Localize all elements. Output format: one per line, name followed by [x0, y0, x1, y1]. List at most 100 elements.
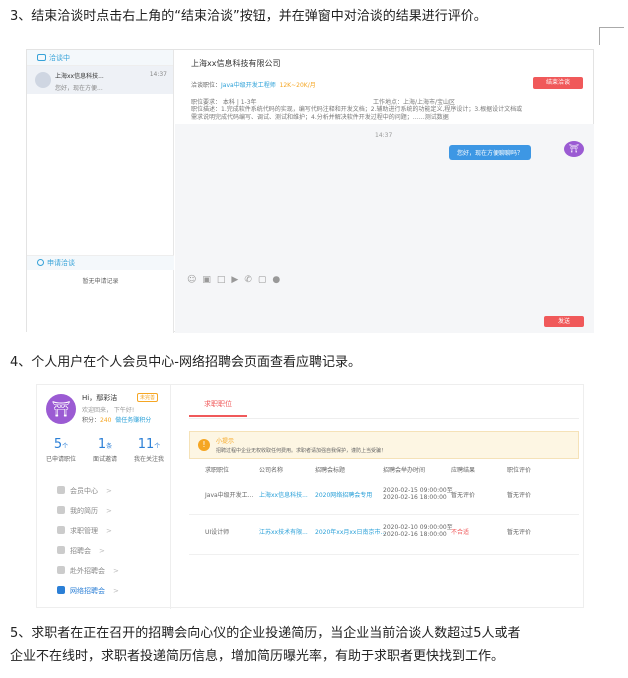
row-eval: 暂无评价: [507, 492, 532, 499]
profile-status-badge[interactable]: 未完善: [137, 393, 159, 402]
online-fair-icon: [57, 586, 65, 594]
user-badge-icon: ⛩: [46, 394, 76, 424]
table-row: Java中级开发工... 上海xx信息科技... 2020网络招聘会专用 202…: [189, 475, 579, 515]
camera-icon[interactable]: ▢: [258, 275, 273, 285]
col-header: 招聘会举办时间: [383, 467, 426, 474]
resume-icon: [57, 506, 65, 514]
chat-area: 14:37 您好，现在方便聊聊吗？ ⛩ ☺▣□▶✆▢● 发送: [175, 124, 594, 333]
menu-label: 会员中心: [70, 487, 98, 495]
menu-online-fair[interactable]: 网络招聘会 >: [37, 581, 171, 601]
step-5-line-2: 企业不在线时，求职者投递简历信息，增加简历曝光率，有助于求职者更快找到工作。: [10, 649, 505, 664]
menu-my-resume[interactable]: 我的简历 >: [37, 501, 171, 521]
stat-num: 11: [137, 437, 155, 452]
stat-unit: 条: [106, 443, 113, 450]
phone-icon[interactable]: ✆: [244, 275, 258, 285]
menu-label: 招聘会: [70, 547, 91, 555]
chat-timestamp: 14:37: [375, 132, 393, 139]
user-avatar: ⛩: [564, 141, 584, 157]
row-fair[interactable]: 2020网络招聘会专用: [315, 490, 372, 499]
corner-mark: [599, 27, 624, 45]
tab-divider: [189, 418, 579, 419]
step-3-text: 3、结束洽谈时点击右上角的“结束洽谈”按钮，并在弹窗中对洽谈的结果进行评价。: [10, 9, 487, 24]
stat-followers[interactable]: 11个 我在关注我: [127, 437, 171, 463]
menu-job-management[interactable]: 求职管理 >: [37, 521, 171, 541]
stat-label: 已申请职位: [45, 456, 76, 463]
row-company[interactable]: 江苏xx技术有限...: [259, 527, 308, 536]
row-result: 不合适: [451, 529, 470, 536]
member-sidebar: ⛩ Hi，鄢彩洁 未完善 欢迎回来， 下午好! 积分：240 做任务赚积分 5个…: [37, 385, 171, 609]
row-company[interactable]: 上海xx信息科技...: [259, 490, 308, 499]
briefcase-icon: [57, 526, 65, 534]
chat-item-time: 14:37: [149, 71, 167, 78]
tip-text: 招聘过程中企业无权收取任何费用。求职者请加强自我保护，谨防上当受骗！: [216, 448, 387, 454]
chat-toolbar: ☺▣□▶✆▢●: [187, 275, 286, 285]
send-button[interactable]: 发送: [544, 316, 584, 327]
stat-num: 1: [97, 437, 107, 452]
chat-main: 上海xx信息科技有限公司 洽谈职位：Java中级开发工程师 12K~20K/月 …: [175, 50, 594, 333]
chat-icon: [37, 54, 46, 61]
desc-line-2: 需求说明完成代码编写、调试、测试和维护；4.分析并解决软件开发过程中的问题；………: [191, 114, 449, 121]
chat-list-item[interactable]: 上海xx信息科技... 您好，现在方便... 14:37: [27, 66, 173, 94]
external-icon: [57, 566, 65, 574]
step-4-text: 4、个人用户在个人会员中心-网络招聘会页面查看应聘记录。: [10, 355, 361, 370]
stat-label: 面试邀请: [92, 456, 117, 463]
tip-box: ! 小提示 招聘过程中企业无权收取任何费用。求职者请加强自我保护，谨防上当受骗！: [189, 431, 579, 459]
chatting-title: 洽谈中: [49, 54, 70, 62]
user-greeting: Hi，鄢彩洁: [82, 394, 118, 402]
stat-label: 我在关注我: [133, 456, 164, 463]
member-center-screenshot: ⛩ Hi，鄢彩洁 未完善 欢迎回来， 下午好! 积分：240 做任务赚积分 5个…: [36, 384, 584, 609]
job-name[interactable]: Java中级开发工程师: [221, 82, 276, 89]
stat-interview[interactable]: 1条面试邀请: [83, 437, 127, 463]
col-header: 求职职位: [205, 467, 230, 474]
voice-icon[interactable]: ●: [272, 275, 286, 285]
menu-label: 我的简历: [70, 507, 98, 515]
chat-sidebar: 洽谈中 上海xx信息科技... 您好，现在方便... 14:37 申请洽谈 暂无…: [27, 50, 174, 333]
row-time-end: 2020-02-16 18:00:00: [383, 494, 447, 501]
file-icon[interactable]: □: [217, 275, 232, 285]
company-avatar: [35, 72, 51, 88]
row-job: Java中级开发工...: [205, 492, 254, 499]
no-apply-text: 暂无申请记录: [82, 278, 119, 285]
chevron-right-icon: >: [99, 547, 105, 555]
menu-label: 网络招聘会: [70, 587, 105, 595]
job-location: 工作地点：上海/上海市/宝山区: [373, 99, 456, 106]
row-time-start: 2020-02-10 09:00:00至: [383, 524, 453, 531]
job-line: 洽谈职位：Java中级开发工程师 12K~20K/月: [191, 80, 316, 89]
chevron-right-icon: >: [106, 507, 112, 515]
video-icon[interactable]: ▶: [231, 275, 244, 285]
apply-header: 申请洽谈: [27, 255, 174, 270]
menu-member-center[interactable]: 会员中心 >: [37, 481, 171, 501]
points-label: 积分：: [82, 417, 101, 424]
earn-points-link[interactable]: 做任务赚积分: [115, 417, 151, 424]
tab-job-applications[interactable]: 求职职位: [189, 399, 247, 417]
row-eval: 暂无评价: [507, 529, 532, 536]
col-header: 公司名称: [259, 467, 284, 474]
image-icon[interactable]: ▣: [202, 275, 217, 285]
menu-label: 求职管理: [70, 527, 98, 535]
chevron-right-icon: >: [106, 487, 112, 495]
warning-icon: !: [198, 439, 210, 451]
emoji-icon[interactable]: ☺: [187, 275, 202, 285]
company-name: 上海xx信息科技有限公司: [191, 59, 281, 68]
menu-external-fair[interactable]: 赴外招聘会 >: [37, 561, 171, 581]
menu-label: 赴外招聘会: [70, 567, 105, 575]
table-row: UI设计师 江苏xx技术有限... 2020年xx月xx日南京市... 2020…: [189, 515, 579, 555]
col-header: 职位评价: [507, 467, 532, 474]
row-job: UI设计师: [205, 529, 230, 536]
stat-unit: 个: [62, 443, 69, 450]
stat-applied[interactable]: 5个 已申请职位: [39, 437, 83, 463]
chevron-right-icon: >: [113, 587, 119, 595]
chat-screenshot: 洽谈中 上海xx信息科技... 您好，现在方便... 14:37 申请洽谈 暂无…: [26, 49, 594, 333]
row-fair[interactable]: 2020年xx月xx日南京市...: [315, 527, 386, 536]
menu-job-fair[interactable]: 招聘会 >: [37, 541, 171, 561]
end-chat-button[interactable]: 结束洽谈: [533, 77, 583, 89]
job-requirements: 职位要求： 本科 | 1-3年: [191, 99, 257, 106]
desc-line-1: 职位描述：1.完成软件系统代码的实现，编写代码注释和开发文档；2.辅助进行系统的…: [191, 106, 523, 113]
row-result: 暂无评价: [451, 492, 476, 499]
tab-label: 求职职位: [204, 400, 232, 408]
chatting-header: 洽谈中: [27, 50, 173, 66]
message-bubble: 您好，现在方便聊聊吗？: [449, 145, 532, 160]
chat-item-message: 您好，现在方便...: [55, 85, 103, 92]
points-value: 240: [100, 417, 112, 424]
member-menu: 会员中心 > 我的简历 > 求职管理 > 招聘会 > 赴外招聘会 > 网络招聘会 >: [37, 481, 171, 601]
